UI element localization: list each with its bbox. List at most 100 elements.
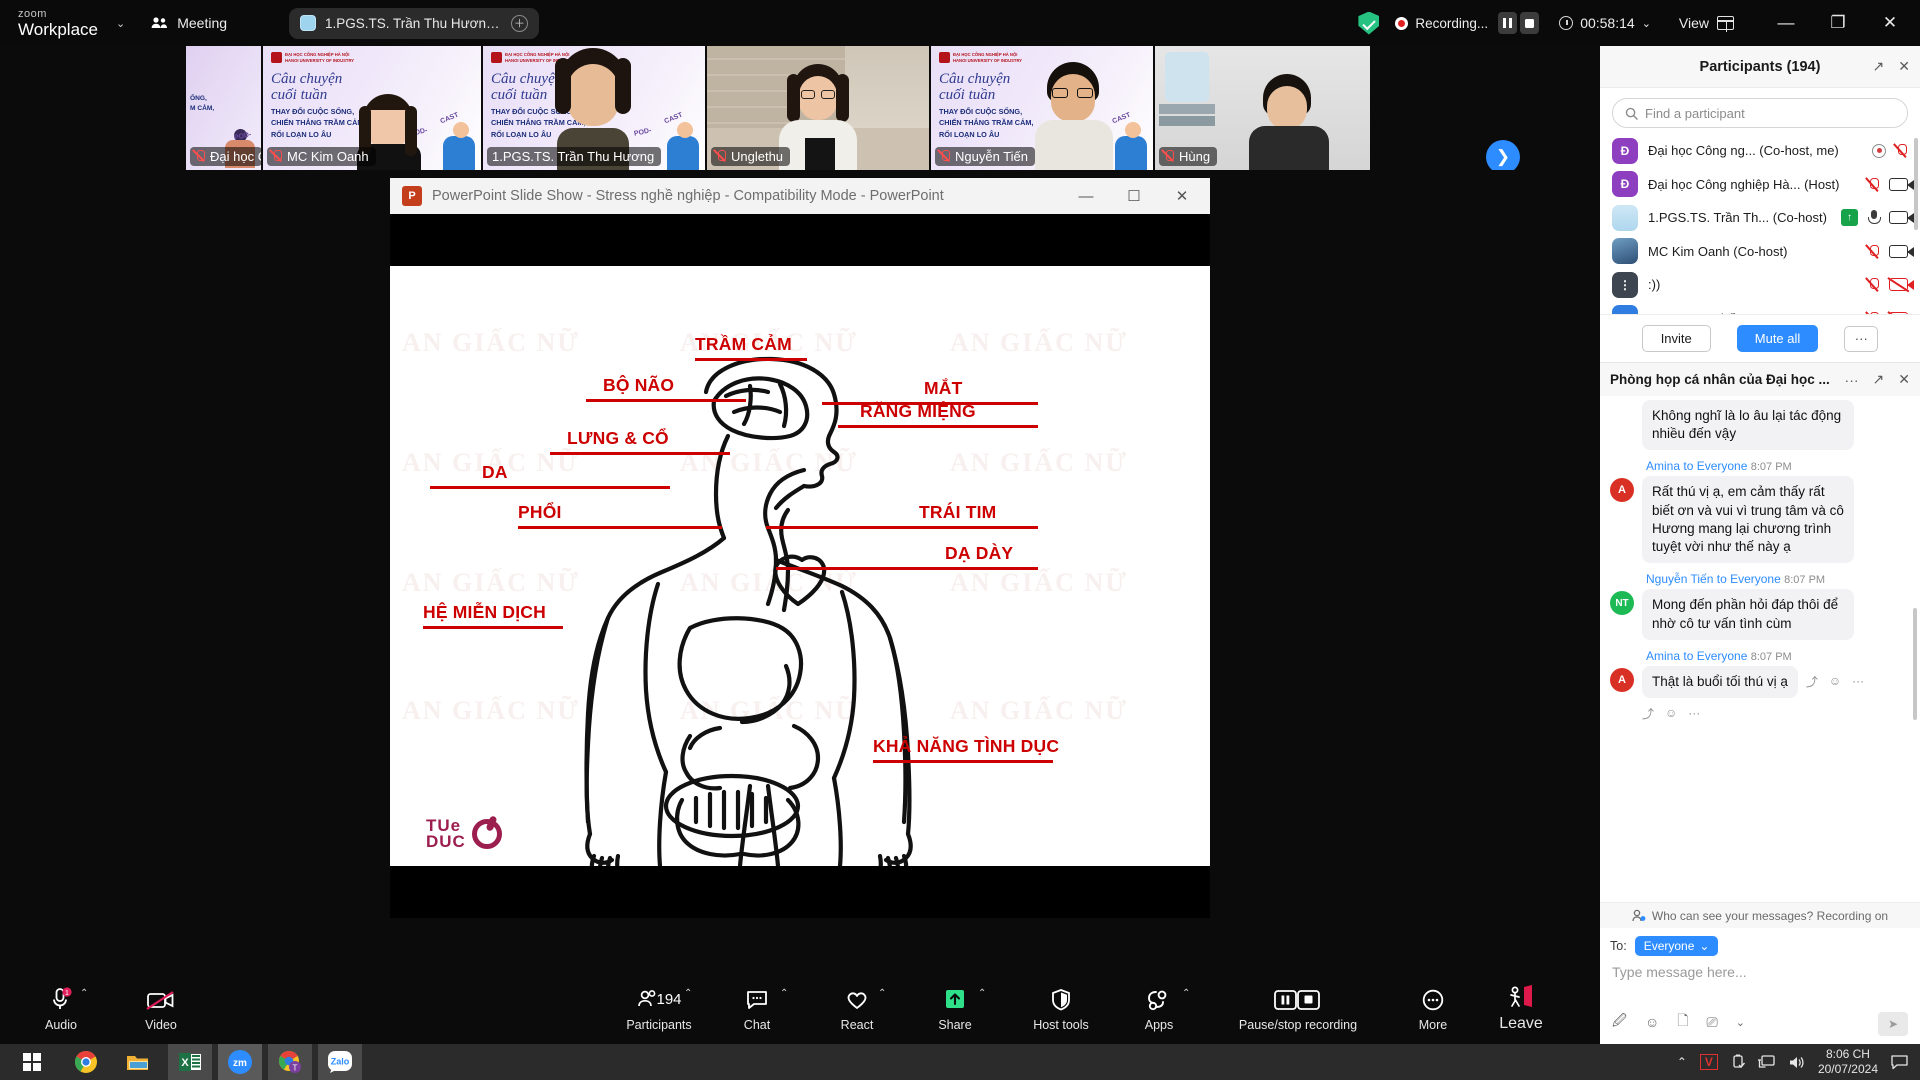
tray-expand-chevron-up-icon[interactable]: ⌃: [1677, 1055, 1687, 1069]
ppt-minimize-button[interactable]: —: [1062, 179, 1110, 213]
pause-recording-button[interactable]: [1498, 12, 1518, 34]
toolbar-react-button[interactable]: React ⌃: [820, 972, 894, 1044]
shared-screen-tab[interactable]: 1.PGS.TS. Trần Thu Hương's scree ＋: [289, 7, 540, 39]
chat-message-text: Mong đến phần hỏi đáp thôi để nhờ cô tư …: [1642, 589, 1854, 640]
participants-chevron-up-icon[interactable]: ⌃: [684, 988, 692, 999]
audio-chevron-up-icon[interactable]: ⌃: [80, 988, 88, 999]
message-more-icon[interactable]: ···: [1688, 706, 1700, 720]
chat-scrollbar[interactable]: [1913, 608, 1917, 720]
chrome-taskbar-button[interactable]: [64, 1044, 108, 1080]
mute-all-button[interactable]: Mute all: [1736, 325, 1819, 352]
chat-more-icon[interactable]: ···: [1845, 372, 1859, 388]
participant-row[interactable]: Đ Đại học Công ng... (Co-host, me): [1600, 134, 1920, 168]
video-thumbnail[interactable]: ĐẠI HỌC CÔNG NGHIỆP HÀ NỘI HANOI UNIVERSI…: [263, 46, 481, 170]
chat-chevron-up-icon[interactable]: ⌃: [780, 988, 788, 999]
participant-row[interactable]: 1.PGS.TS. Trần Th... (Co-host) ↑: [1600, 201, 1920, 235]
toolbar-pause-stop-recording-button[interactable]: Pause/stop recording: [1214, 972, 1382, 1044]
participant-row[interactable]: 15.Trương Thế Sơn: [1600, 302, 1920, 314]
window-restore-button[interactable]: ❐: [1812, 0, 1864, 46]
camera-on-icon[interactable]: [1889, 244, 1914, 258]
send-message-button[interactable]: ➤: [1878, 1012, 1908, 1036]
encryption-shield-icon[interactable]: [1358, 11, 1380, 35]
mic-muted-icon[interactable]: [1867, 244, 1880, 259]
toolbar-apps-button[interactable]: Apps ⌃: [1122, 972, 1196, 1044]
toolbar-chat-button[interactable]: Chat ⌃: [720, 972, 794, 1044]
file-attach-icon[interactable]: 🗋: [1677, 1010, 1688, 1034]
toolbar-host-tools-button[interactable]: Host tools: [1018, 972, 1104, 1044]
stop-recording-button[interactable]: [1520, 12, 1540, 34]
add-tab-icon[interactable]: ＋: [511, 14, 529, 32]
toolbar-share-button[interactable]: Share ⌃: [918, 972, 992, 1044]
camera-off-icon[interactable]: [1889, 311, 1914, 314]
participants-more-button[interactable]: ···: [1844, 325, 1879, 352]
screenshot-icon[interactable]: ⎚: [1707, 1014, 1718, 1031]
chat-input[interactable]: Type message here...: [1600, 956, 1920, 1004]
chat-popout-icon[interactable]: ↗: [1873, 371, 1885, 388]
participants-scrollbar[interactable]: [1914, 138, 1918, 230]
mic-on-icon[interactable]: [1867, 210, 1881, 225]
meeting-timer[interactable]: 00:58:14 ⌄: [1559, 15, 1651, 31]
reply-icon[interactable]: ⤴: [1806, 673, 1818, 690]
participant-row[interactable]: Đ Đại học Công nghiệp Hà... (Host): [1600, 168, 1920, 202]
camera-off-icon[interactable]: [1889, 278, 1914, 292]
participant-row[interactable]: ⋮ :)): [1600, 268, 1920, 302]
zoom-taskbar-button[interactable]: zm: [218, 1044, 262, 1080]
leave-meeting-button[interactable]: Leave: [1484, 972, 1558, 1044]
usb-eject-icon[interactable]: [1731, 1054, 1745, 1070]
file-explorer-taskbar-button[interactable]: [116, 1044, 160, 1080]
timer-chevron-down-icon[interactable]: ⌄: [1642, 17, 1651, 30]
camera-on-icon[interactable]: [1889, 211, 1914, 225]
format-text-icon[interactable]: 🖉: [1612, 1010, 1627, 1034]
chat-privacy-text[interactable]: Who can see your messages? Recording on: [1652, 909, 1888, 923]
view-selector[interactable]: View: [1679, 15, 1734, 32]
ppt-close-button[interactable]: ✕: [1158, 179, 1206, 213]
participant-row[interactable]: MC Kim Oanh (Co-host): [1600, 235, 1920, 269]
notifications-icon[interactable]: [1891, 1054, 1908, 1070]
toolbar-video-button[interactable]: Video: [124, 972, 198, 1044]
network-icon[interactable]: [1757, 1054, 1775, 1070]
apps-chevron-up-icon[interactable]: ⌃: [1182, 988, 1190, 999]
antivirus-tray-icon[interactable]: V: [1699, 1054, 1718, 1070]
volume-icon[interactable]: [1788, 1055, 1805, 1070]
filmstrip-next-button[interactable]: ❯: [1486, 140, 1520, 174]
chat-to-dropdown[interactable]: Everyone ⌄: [1634, 936, 1719, 956]
react-chevron-up-icon[interactable]: ⌃: [878, 988, 886, 999]
start-button[interactable]: [10, 1044, 54, 1080]
toolbar-more-button[interactable]: More: [1396, 972, 1470, 1044]
emoji-reaction-icon[interactable]: ☺: [1665, 706, 1677, 720]
close-icon[interactable]: ✕: [1898, 58, 1910, 75]
excel-taskbar-button[interactable]: X: [168, 1044, 212, 1080]
mic-muted-icon[interactable]: [1895, 143, 1908, 158]
reply-icon[interactable]: ⤴: [1642, 705, 1654, 722]
mic-muted-icon[interactable]: [1867, 277, 1880, 292]
participants-list[interactable]: Đ Đại học Công ng... (Co-host, me) Đ Đại…: [1600, 134, 1920, 314]
video-thumbnail[interactable]: Unglethu: [707, 46, 929, 170]
share-chevron-up-icon[interactable]: ⌃: [978, 988, 986, 999]
chat-close-icon[interactable]: ✕: [1898, 371, 1910, 388]
zalo-taskbar-button[interactable]: Zalo: [318, 1044, 362, 1080]
toolbar-audio-button[interactable]: 1 Audio ⌃: [24, 972, 98, 1044]
popout-icon[interactable]: ↗: [1873, 58, 1885, 75]
message-more-icon[interactable]: ···: [1852, 674, 1864, 688]
video-thumbnail[interactable]: Hùng: [1155, 46, 1370, 170]
video-thumbnail[interactable]: ỐNG,M CẢM, POD- Đại học Công nghiệp Hà N…: [186, 46, 261, 170]
mic-muted-icon[interactable]: [1867, 177, 1880, 192]
ppt-maximize-button[interactable]: ☐: [1110, 179, 1158, 213]
chat-more-chevron-down-icon[interactable]: ⌄: [1736, 1016, 1745, 1029]
meeting-tab[interactable]: Meeting: [151, 15, 227, 31]
taskbar-clock[interactable]: 8:06 CH 20/07/2024: [1818, 1047, 1878, 1077]
window-close-button[interactable]: ✕: [1864, 0, 1916, 46]
workspace-chevron-down-icon[interactable]: ⌄: [116, 17, 125, 30]
mic-muted-icon[interactable]: [1867, 311, 1880, 314]
chat-message-list[interactable]: Không nghĩ là lo âu lại tác động nhiều đ…: [1600, 396, 1920, 902]
emoji-icon[interactable]: ☺: [1645, 1014, 1659, 1030]
chrome-profile-taskbar-button[interactable]: T: [268, 1044, 312, 1080]
toolbar-participants-button[interactable]: 194 Participants ⌃: [622, 972, 696, 1044]
window-minimize-button[interactable]: —: [1760, 0, 1812, 46]
invite-button[interactable]: Invite: [1641, 325, 1711, 352]
video-thumbnail-active[interactable]: ĐẠI HỌC CÔNG NGHIỆP HÀ NỘI HANOI UNIVERSI…: [483, 46, 705, 170]
emoji-reaction-icon[interactable]: ☺: [1829, 674, 1841, 688]
search-participant-input[interactable]: Find a participant: [1612, 98, 1908, 128]
camera-on-icon[interactable]: [1889, 177, 1914, 191]
video-thumbnail[interactable]: ĐẠI HỌC CÔNG NGHIỆP HÀ NỘI HANOI UNIVERSI…: [931, 46, 1153, 170]
